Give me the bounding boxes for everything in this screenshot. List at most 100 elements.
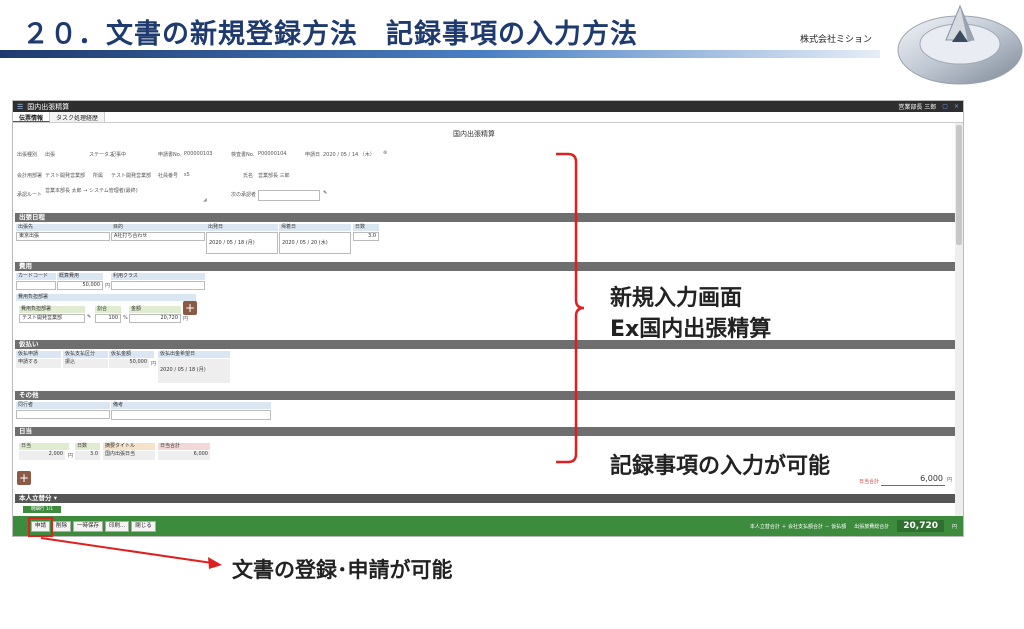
- ratio-label: 割合: [95, 306, 121, 313]
- amount-unit: 円: [183, 316, 189, 322]
- section-expense[interactable]: 費用: [15, 262, 955, 271]
- affiliation-label: 所属: [93, 173, 104, 179]
- next-approver-input[interactable]: [258, 190, 320, 201]
- purpose-input[interactable]: A社打ち合わせ: [111, 232, 205, 241]
- departure-date-input[interactable]: 2020 / 05 / 18 (月): [206, 232, 278, 254]
- close-button[interactable]: 閉じる: [131, 520, 156, 532]
- apply-button-highlight: [28, 517, 53, 537]
- ratio-unit: %: [123, 315, 128, 321]
- application-no-label: 申請書No.: [158, 152, 182, 158]
- resize-handle-icon[interactable]: ◢: [203, 197, 207, 203]
- advance-amount-label: 仮払金額: [109, 351, 154, 358]
- advance-apply-value: 申請する: [16, 359, 61, 368]
- name-label: 氏名: [243, 173, 254, 179]
- daily-amount-label: 日当: [19, 443, 69, 450]
- remarks-input[interactable]: [111, 410, 271, 420]
- advance-date-label: 仮払出金希望日: [158, 351, 230, 358]
- summary-title-value: 国内出張日当: [103, 451, 155, 460]
- form-tabs: 伝票情報 タスク処理経歴: [13, 112, 963, 123]
- detail-row-tab[interactable]: 明細行 1/1: [23, 506, 61, 513]
- daily-total-label: 日当合計: [158, 443, 210, 450]
- daily-days-value: 3.0: [75, 451, 100, 460]
- name-value: 営業部長 三郎: [258, 173, 290, 179]
- summary-title-label: 摘要タイトル: [103, 443, 155, 450]
- advance-apply-label: 仮払申請: [16, 351, 61, 358]
- trip-type-label: 出張種別: [17, 152, 38, 158]
- estimated-cost-label: 概算費用: [57, 273, 103, 280]
- card-code-input[interactable]: [16, 281, 56, 290]
- return-date-input[interactable]: 2020 / 05 / 20 (水): [279, 232, 351, 254]
- pencil-icon[interactable]: ✎: [87, 314, 91, 320]
- accounting-dept-value: テスト開発営業部: [45, 173, 86, 179]
- pencil-icon[interactable]: ✎: [323, 190, 327, 196]
- destination-input[interactable]: 東京出張: [16, 232, 110, 241]
- usage-class-input[interactable]: [111, 281, 205, 290]
- companion-input[interactable]: [16, 410, 110, 419]
- calendar-icon[interactable]: ⊗: [383, 150, 387, 156]
- menu-icon[interactable]: ☰: [17, 103, 23, 111]
- footer-calc: 本人立替合計 ＋ 会社支払額合計 － 仮払額: [749, 523, 847, 530]
- approval-route-value: 営業本部長 太郎 → システム管理者(最終): [45, 188, 138, 194]
- days-label: 日数: [353, 224, 379, 231]
- annotation-screen-title-2: Ex国内出張精算: [610, 317, 772, 342]
- next-approver-label: 次の承認者: [231, 192, 257, 198]
- destination-label: 出張先: [16, 224, 111, 231]
- print-button[interactable]: 印刷...: [105, 520, 130, 532]
- advance-method-label: 仮払支払区分: [63, 351, 108, 358]
- application-date-label: 申請日: [305, 152, 321, 158]
- footer-totals: 本人立替合計 ＋ 会社支払額合計 － 仮払額 出張旅費総合計 20,720 円: [750, 516, 957, 536]
- daily-amount-value: 2,000: [19, 451, 65, 460]
- burden-dept-input[interactable]: テスト開発営業部: [19, 314, 85, 323]
- advance-amount-unit: 円: [151, 361, 157, 367]
- annotation-screen-title-1: 新規入力画面: [610, 286, 743, 311]
- amount-label: 金額: [129, 306, 181, 313]
- remarks-label: 備考: [111, 402, 271, 409]
- application-date-value: 2020 / 05 / 14 （木）: [323, 152, 375, 158]
- add-daily-button[interactable]: +: [17, 471, 31, 485]
- section-advance[interactable]: 仮払い: [15, 340, 955, 349]
- scrollbar-thumb[interactable]: [956, 125, 962, 245]
- employee-no-label: 社員番号: [158, 173, 179, 179]
- section-trip-schedule[interactable]: 出張日程: [15, 213, 955, 222]
- estimated-cost-input[interactable]: 50,000: [57, 281, 103, 290]
- confirmation-no-value: P00000104: [258, 151, 287, 157]
- slide-title: ２０．文書の新規登録方法 記録事項の入力方法: [22, 19, 638, 50]
- trip-type-value: 出張: [45, 152, 56, 158]
- amount-input[interactable]: 20,720: [129, 314, 181, 323]
- user-name[interactable]: 営業部長 三郎: [898, 102, 936, 111]
- arrow-head: [208, 557, 222, 569]
- delete-button[interactable]: 削除: [52, 520, 72, 532]
- daily-subtotal-label: 日当合計: [859, 479, 880, 485]
- window-icon[interactable]: ▢: [942, 103, 948, 110]
- daily-days-label: 日数: [75, 443, 100, 450]
- close-icon[interactable]: ×: [954, 103, 959, 110]
- app-title-bar: ☰ 国内出張精算 営業部長 三郎 ▢ ×: [13, 101, 963, 112]
- usage-class-label: 利用クラス: [111, 273, 205, 280]
- estimated-cost-unit: 円: [105, 283, 111, 289]
- application-no-value: P00000103: [184, 151, 213, 157]
- card-code-label: カードコード: [16, 273, 56, 280]
- approval-route-label: 承認ルート: [17, 192, 43, 198]
- daily-subtotal-unit: 円: [947, 477, 953, 483]
- departure-date-label: 出発日: [206, 224, 278, 231]
- advance-date-value: 2020 / 05 / 18 (月): [158, 359, 230, 383]
- vertical-scrollbar[interactable]: [955, 123, 963, 518]
- company-name: 株式会社ミション: [800, 35, 873, 45]
- tab-slip-info[interactable]: 伝票情報: [13, 112, 51, 122]
- section-daily-allowance[interactable]: 日当: [15, 427, 955, 436]
- section-other[interactable]: その他: [15, 391, 955, 400]
- daily-total-value: 6,000: [158, 451, 210, 460]
- burden-dept-label: 費用負担部署: [19, 306, 85, 313]
- daily-amount-unit: 円: [68, 453, 74, 459]
- tab-task-history[interactable]: タスク処理経歴: [50, 112, 106, 122]
- arrow-line: [40, 537, 213, 564]
- footer-total-unit: 円: [951, 523, 957, 530]
- ratio-input[interactable]: 100: [95, 314, 121, 323]
- temp-save-button[interactable]: 一時保存: [73, 520, 104, 532]
- advance-method-value: 振込: [63, 359, 108, 368]
- annotation-submit-note: 文書の登録･申請が可能: [232, 558, 453, 582]
- window-title: 国内出張精算: [27, 102, 70, 111]
- add-burden-button[interactable]: +: [183, 301, 197, 315]
- section-reimbursement[interactable]: 本人立替分 ▾: [15, 494, 955, 503]
- form-title: 国内出張精算: [453, 130, 495, 138]
